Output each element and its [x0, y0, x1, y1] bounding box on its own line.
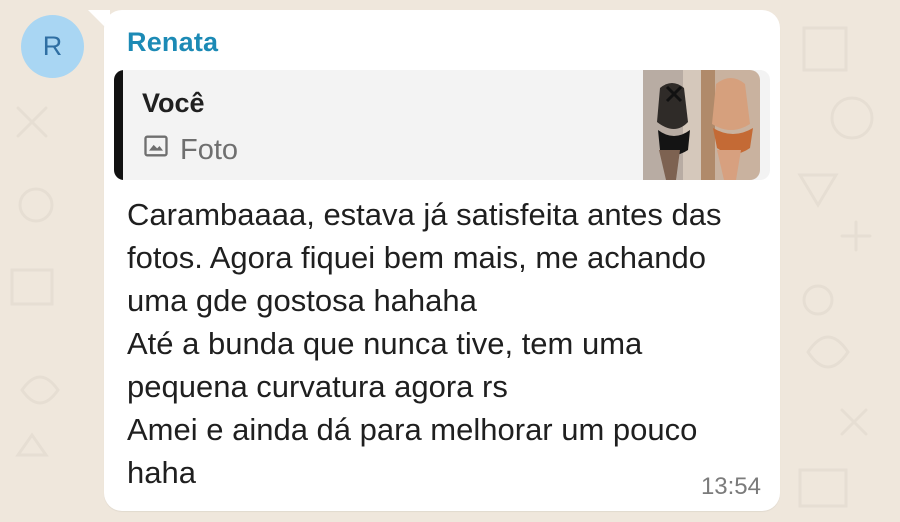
quoted-photo-thumbnail[interactable] [643, 70, 760, 180]
quoted-reply[interactable]: Você Foto [114, 70, 770, 180]
quoted-author: Você [142, 88, 205, 118]
image-icon [142, 132, 170, 168]
message-timestamp: 13:54 [700, 473, 761, 500]
quote-accent-bar [114, 70, 123, 180]
avatar-initial: R [42, 31, 63, 61]
quoted-media-text: Foto [180, 133, 239, 166]
avatar[interactable]: R [21, 15, 84, 78]
sender-name[interactable]: Renata [127, 27, 218, 58]
message-text: Carambaaaa, estava já satisfeita antes d… [127, 197, 722, 490]
message-bubble[interactable]: Renata Você Foto Carambaaaa, estava já s… [104, 10, 780, 511]
quoted-media-label: Foto [142, 132, 238, 168]
